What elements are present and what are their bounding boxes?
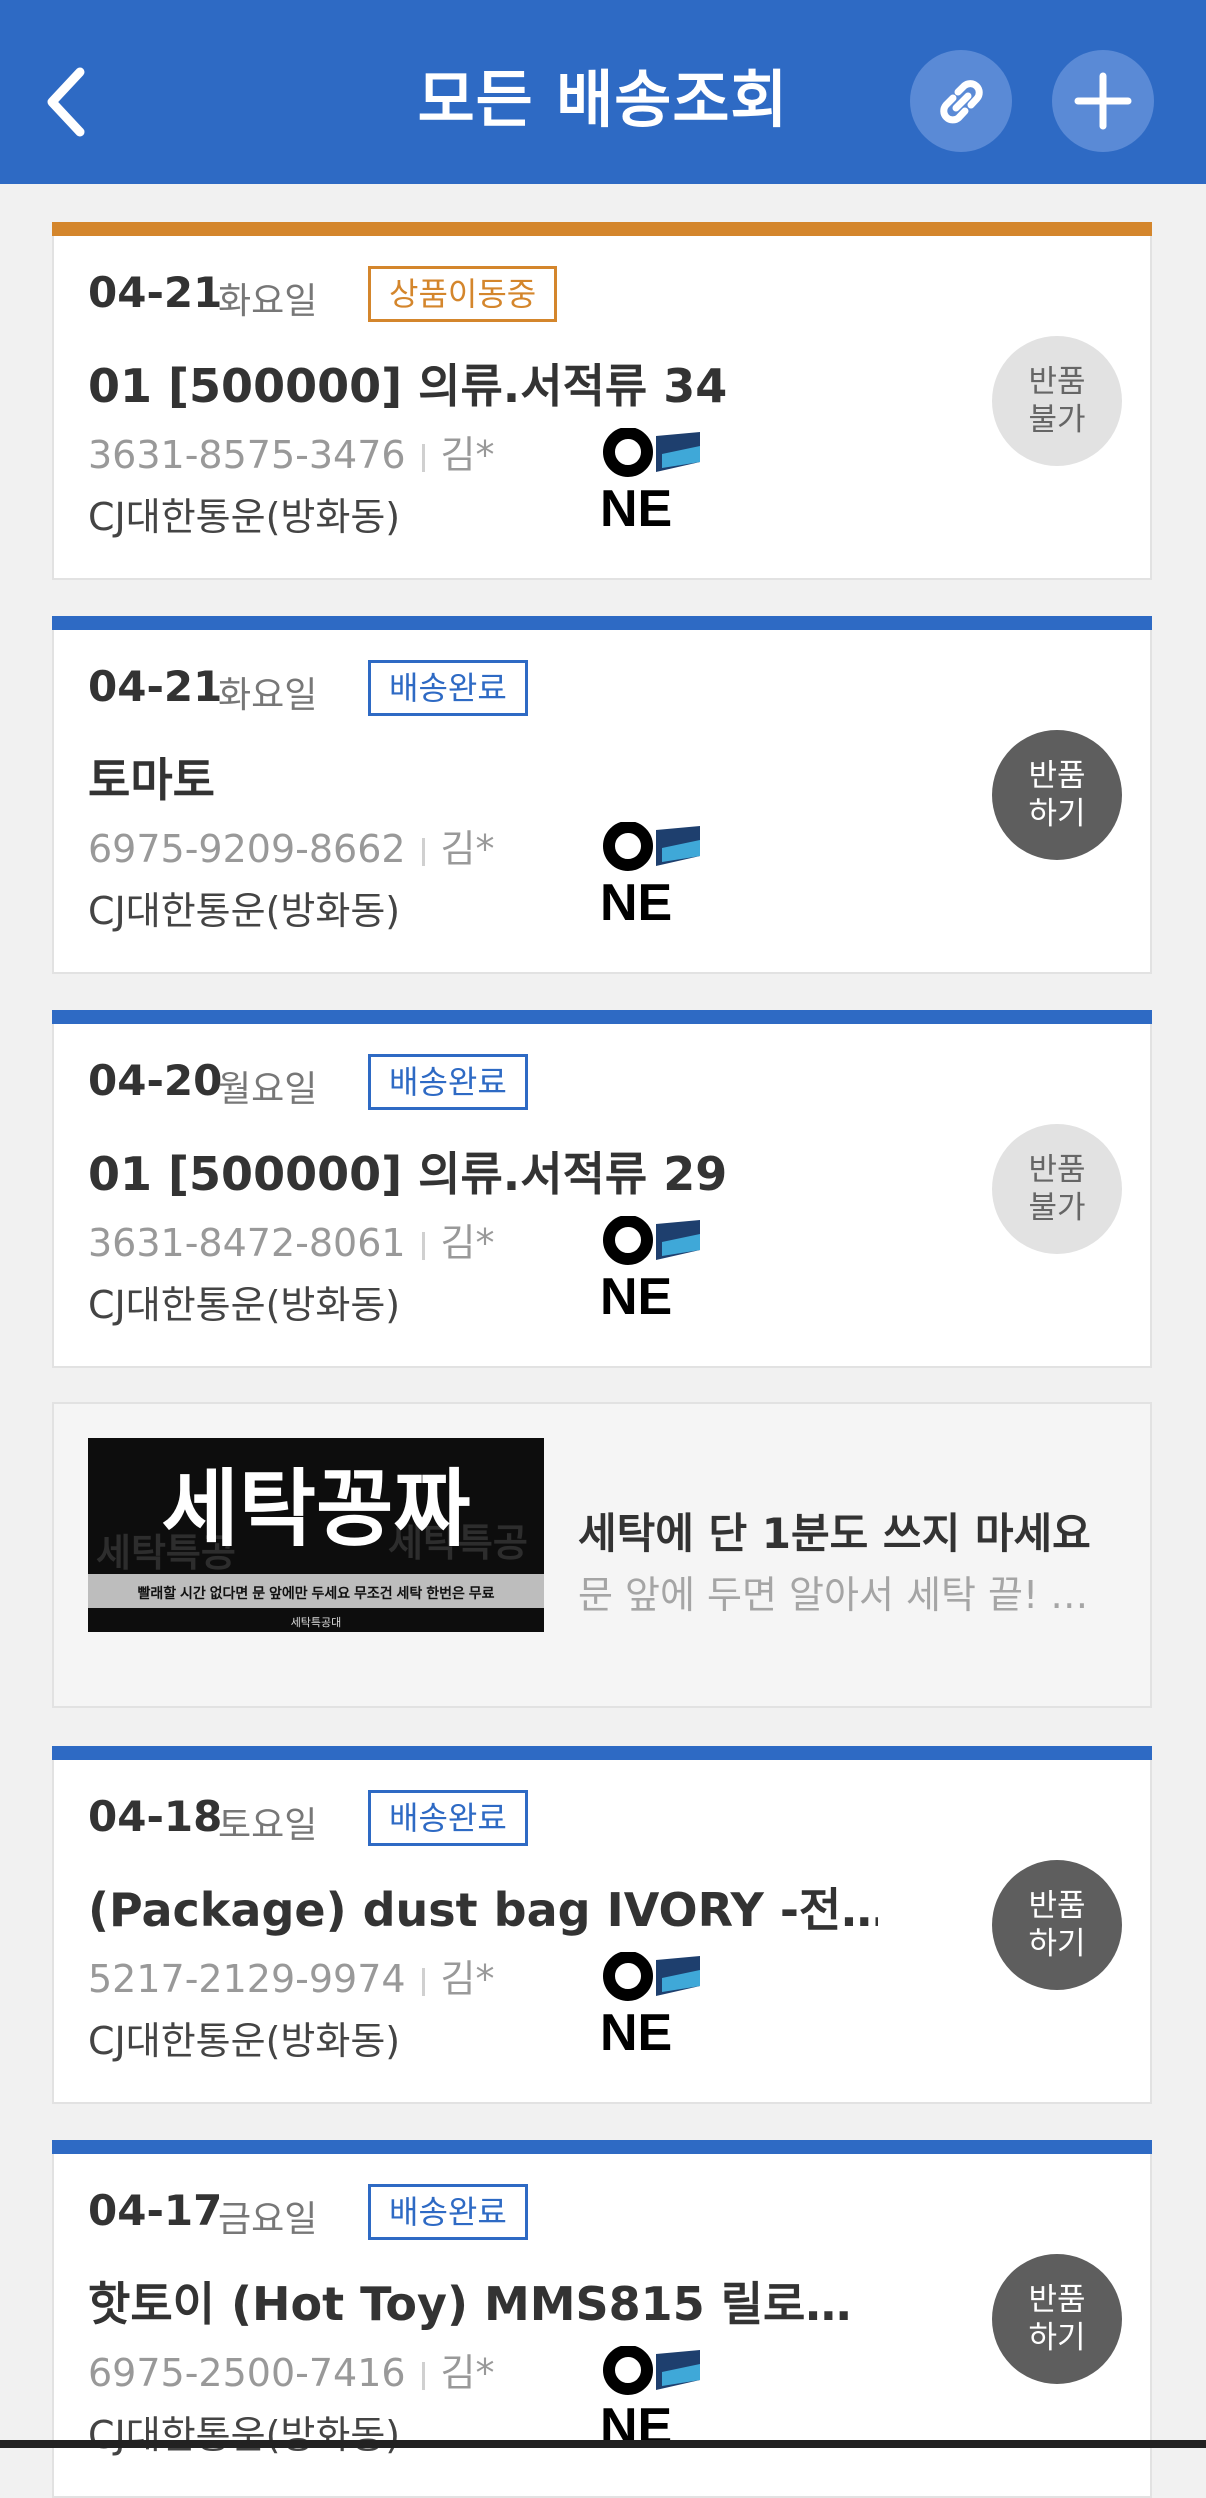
delivery-day: 화요일 xyxy=(218,675,318,716)
recipient-name: 김* xyxy=(440,433,495,477)
delivery-date: 04-17 xyxy=(88,2186,223,2235)
delivery-card[interactable]: 04-21 화요일 배송완료 토마토 6975-9209-8662 김* CJ대한… xyxy=(52,616,1152,974)
recipient-name: 김* xyxy=(440,1221,495,1265)
recipient-name: 김* xyxy=(440,1957,495,2001)
ad-banner[interactable]: 세탁특공 세탁특공 세탁꽁짜 빨래할 시간 없다면 문 앞에만 두세요 무조건 … xyxy=(52,1402,1152,1708)
return-button[interactable]: 반품 하기 xyxy=(992,1860,1122,1990)
delivery-date: 04-21 xyxy=(88,268,223,317)
add-tracking-button[interactable] xyxy=(1052,50,1154,152)
delivery-card[interactable]: 04-18 토요일 배송완료 (Package) dust bag IVORY … xyxy=(52,1746,1152,2104)
plus-icon xyxy=(1074,72,1132,130)
status-bar xyxy=(52,1010,1152,1024)
return-label-line2: 하기 xyxy=(1028,2320,1086,2356)
divider xyxy=(421,2361,425,2390)
delivery-date: 04-21 xyxy=(88,662,223,711)
tracking-info: 3631-8472-8061 김* xyxy=(88,1212,495,1267)
delivery-date: 04-18 xyxy=(88,1792,223,1841)
courier-name: CJ대한통운(방화동) xyxy=(88,1283,401,1327)
home-indicator xyxy=(0,2440,1206,2448)
svg-text:NE: NE xyxy=(600,874,672,922)
ad-title: 세탁에 단 1분도 쓰지 마세요 xyxy=(578,1509,1091,1558)
tracking-number: 6975-2500-7416 xyxy=(88,2351,406,2395)
top-app-bar: 모든 배송조회 xyxy=(0,0,1206,184)
return-label-line1: 반품 xyxy=(1028,758,1086,794)
status-bar xyxy=(52,222,1152,236)
recipient-name: 김* xyxy=(440,827,495,871)
item-title: 핫토이 (Hot Toy) MMS815 릴로… xyxy=(88,2277,852,2331)
status-badge: 상품이동중 xyxy=(368,266,558,322)
status-badge: 배송완료 xyxy=(368,660,528,716)
link-button[interactable] xyxy=(910,50,1012,152)
return-button[interactable]: 반품 하기 xyxy=(992,2254,1122,2384)
return-label-line2: 불가 xyxy=(1028,1190,1086,1226)
return-label-line2: 불가 xyxy=(1028,402,1086,438)
tracking-number: 5217-2129-9974 xyxy=(88,1957,406,2001)
recipient-name: 김* xyxy=(440,2351,495,2395)
status-badge: 배송완료 xyxy=(368,2184,528,2240)
tracking-info: 5217-2129-9974 김* xyxy=(88,1948,495,2003)
courier-name: CJ대한통운(방화동) xyxy=(88,495,401,539)
courier-logo: NE xyxy=(600,2346,700,2446)
status-bar xyxy=(52,616,1152,630)
return-label-line2: 하기 xyxy=(1028,1926,1086,1962)
delivery-date: 04-20 xyxy=(88,1056,223,1105)
delivery-day: 금요일 xyxy=(218,2199,318,2240)
tracking-number: 6975-9209-8662 xyxy=(88,827,406,871)
return-label-line1: 반품 xyxy=(1028,1888,1086,1924)
item-title: 토마토 xyxy=(88,753,215,807)
ad-subtitle: 문 앞에 두면 알아서 세탁 끝! … xyxy=(578,1573,1089,1617)
ad-image-brand: 세탁특공대 xyxy=(291,1616,342,1629)
tracking-info: 6975-2500-7416 김* xyxy=(88,2342,495,2397)
tracking-info: 6975-9209-8662 김* xyxy=(88,818,495,873)
ad-image: 세탁특공 세탁특공 세탁꽁짜 빨래할 시간 없다면 문 앞에만 두세요 무조건 … xyxy=(88,1438,544,1632)
divider xyxy=(421,837,425,866)
courier-logo: NE xyxy=(600,428,700,528)
item-title: (Package) dust bag IVORY -전… xyxy=(88,1883,878,1937)
divider xyxy=(421,443,425,472)
courier-name: CJ대한통운(방화동) xyxy=(88,2413,401,2457)
courier-logo: NE xyxy=(600,1216,700,1316)
courier-logo: NE xyxy=(600,1952,700,2052)
delivery-card[interactable]: 04-20 월요일 배송완료 01 [500000] 의류.서적류 29 363… xyxy=(52,1010,1152,1368)
ad-image-title: 세탁꽁짜 xyxy=(161,1462,470,1556)
status-badge: 배송완료 xyxy=(368,1054,528,1110)
svg-text:NE: NE xyxy=(600,2004,672,2052)
return-label-line1: 반품 xyxy=(1028,2282,1086,2318)
link-icon xyxy=(940,80,983,124)
return-button: 반품 불가 xyxy=(992,336,1122,466)
item-title: 01 [500000] 의류.서적류 34 xyxy=(88,359,728,413)
return-label-line1: 반품 xyxy=(1028,364,1086,400)
divider xyxy=(421,1967,425,1996)
tracking-info: 3631-8575-3476 김* xyxy=(88,424,495,479)
return-label-line2: 하기 xyxy=(1028,796,1086,832)
svg-text:NE: NE xyxy=(600,1268,672,1316)
status-badge: 배송완료 xyxy=(368,1790,528,1846)
svg-text:NE: NE xyxy=(600,480,672,528)
delivery-card[interactable]: 04-21 화요일 상품이동중 01 [500000] 의류.서적류 34 36… xyxy=(52,222,1152,580)
delivery-day: 토요일 xyxy=(218,1805,318,1846)
delivery-day: 월요일 xyxy=(218,1069,318,1110)
ad-image-caption: 빨래할 시간 없다면 문 앞에만 두세요 무조건 세탁 한번은 무료 xyxy=(137,1585,494,1601)
tracking-number: 3631-8472-8061 xyxy=(88,1221,406,1265)
svg-text:NE: NE xyxy=(600,2398,672,2446)
return-button: 반품 불가 xyxy=(992,1124,1122,1254)
courier-name: CJ대한통운(방화동) xyxy=(88,2019,401,2063)
divider xyxy=(421,1231,425,1260)
tracking-number: 3631-8575-3476 xyxy=(88,433,406,477)
delivery-day: 화요일 xyxy=(218,281,318,322)
item-title: 01 [500000] 의류.서적류 29 xyxy=(88,1147,728,1201)
page-title: 모든 배송조회 xyxy=(417,63,789,136)
courier-logo: NE xyxy=(600,822,700,922)
return-button[interactable]: 반품 하기 xyxy=(992,730,1122,860)
status-bar xyxy=(52,1746,1152,1760)
courier-name: CJ대한통운(방화동) xyxy=(88,889,401,933)
status-bar xyxy=(52,2140,1152,2154)
return-label-line1: 반품 xyxy=(1028,1152,1086,1188)
